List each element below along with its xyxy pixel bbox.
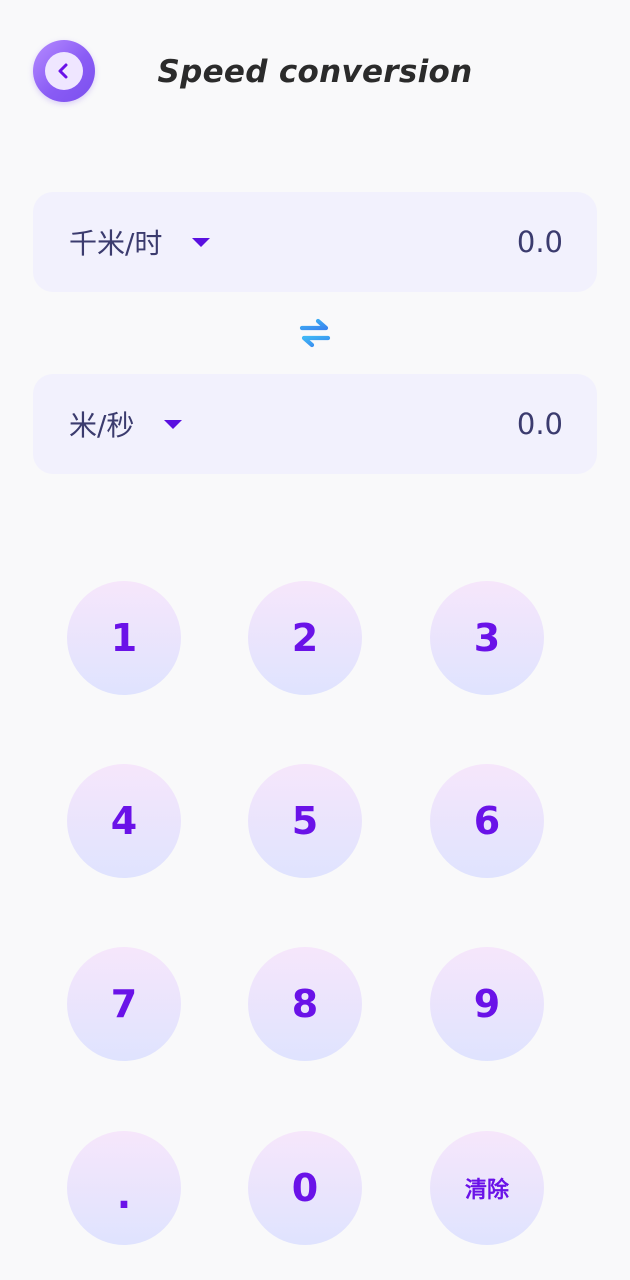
key-8[interactable]: 8	[248, 947, 362, 1061]
page-title: Speed conversion	[157, 54, 473, 90]
from-unit-select[interactable]: 千米/时	[69, 222, 211, 262]
to-unit-select[interactable]: 米/秒	[69, 404, 183, 444]
caret-down-icon	[164, 419, 183, 429]
key-3[interactable]: 3	[430, 581, 544, 695]
from-unit-label: 千米/时	[69, 227, 163, 260]
key-4[interactable]: 4	[67, 764, 181, 878]
caret-down-icon	[192, 237, 211, 247]
clear-button[interactable]: 清除	[430, 1131, 544, 1245]
key-0[interactable]: 0	[248, 1131, 362, 1245]
to-unit-row[interactable]: 米/秒 0.0	[33, 374, 597, 474]
key-5[interactable]: 5	[248, 764, 362, 878]
from-unit-value: 0.0	[516, 225, 563, 259]
key-7[interactable]: 7	[67, 947, 181, 1061]
to-unit-value: 0.0	[516, 407, 563, 441]
key-9[interactable]: 9	[430, 947, 544, 1061]
key-2[interactable]: 2	[248, 581, 362, 695]
to-unit-label: 米/秒	[69, 409, 135, 442]
swap-units-button[interactable]	[297, 315, 333, 351]
key-6[interactable]: 6	[430, 764, 544, 878]
from-unit-row[interactable]: 千米/时 0.0	[33, 192, 597, 292]
key-1[interactable]: 1	[67, 581, 181, 695]
key-decimal-point[interactable]: .	[67, 1131, 181, 1245]
speed-conversion-screen: Speed conversion 千米/时 0.0 米/秒 0.0 1 2 3 …	[0, 0, 630, 1280]
swap-arrows-icon	[299, 318, 331, 348]
